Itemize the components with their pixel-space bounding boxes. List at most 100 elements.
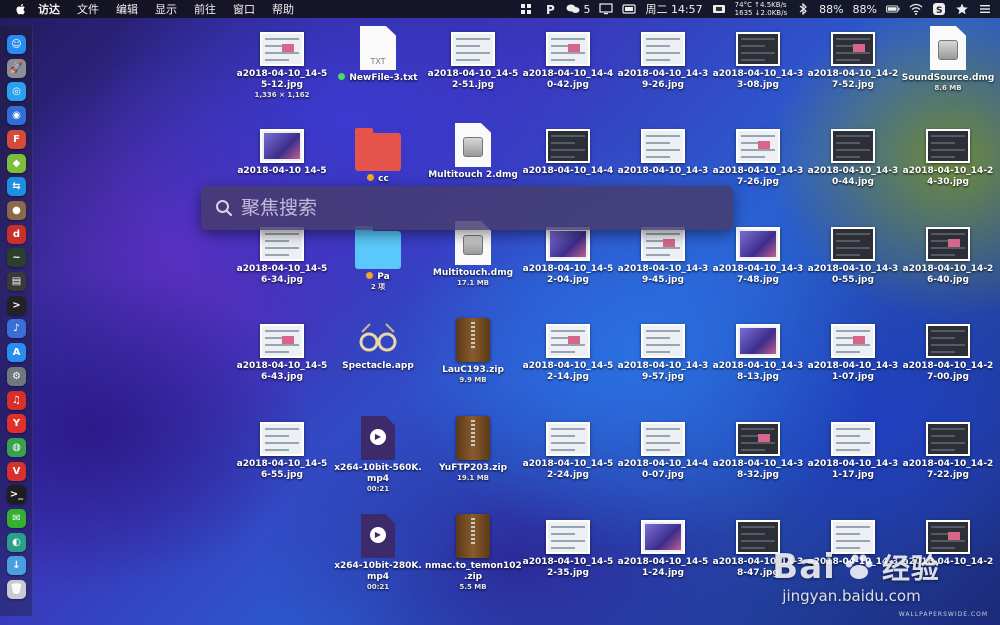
spotlight-search-input[interactable]: [241, 193, 711, 223]
desktop-item[interactable]: a2018-04-10_14-3 8-32.jpg: [710, 416, 806, 481]
dock-android-icon[interactable]: ◆: [7, 153, 26, 173]
desktop-item[interactable]: a2018-04-10_14-3 7-26.jpg: [710, 123, 806, 188]
wechat-badge: 5: [583, 2, 591, 16]
dock-app-red2-icon[interactable]: d: [7, 224, 26, 244]
dock-finder-icon[interactable]: ☺: [7, 35, 26, 54]
desktop-item[interactable]: a2018-04-10_14-5 5-12.jpg 1,336 × 1,162: [234, 26, 330, 100]
battery-percent-1[interactable]: 88%: [819, 3, 843, 16]
dock-vivaldi-icon[interactable]: V: [7, 461, 26, 481]
menu-file[interactable]: 文件: [77, 1, 99, 17]
desktop-item[interactable]: a2018-04-10_14-3 9-26.jpg: [615, 26, 711, 91]
desktop-item[interactable]: a2018-04-10_14-5 1-24.jpg: [615, 514, 711, 579]
dock-console-icon[interactable]: ▤: [7, 272, 26, 291]
desktop-item[interactable]: a2018-04-10_14-5 2-14.jpg: [520, 318, 616, 383]
dock-preferences-icon[interactable]: ⚙: [7, 366, 26, 386]
desktop-item[interactable]: a2018-04-10_14-3 7-48.jpg: [710, 221, 806, 286]
spectacle-app-icon: [358, 318, 398, 358]
dock-preview-icon[interactable]: ◉: [7, 106, 26, 126]
desktop-item[interactable]: Multitouch.dmg 17.1 MB: [425, 221, 521, 288]
clock[interactable]: 周二 14:57: [645, 1, 702, 17]
dock-app-red-icon[interactable]: F: [7, 129, 26, 149]
desktop-item[interactable]: a2018-04-10_14-5 2-04.jpg: [520, 221, 616, 286]
desktop-item[interactable]: a2018-04-10_14-3 9-57.jpg: [615, 318, 711, 383]
dock-app-round-icon[interactable]: ●: [7, 200, 26, 220]
dock-app-store-icon[interactable]: A: [7, 343, 26, 363]
apple-logo-icon[interactable]: [14, 2, 28, 16]
dock-yandex-icon[interactable]: Y: [7, 414, 26, 434]
desktop-item[interactable]: a2018-04-10_14-3 9-45.jpg: [615, 221, 711, 286]
menu-app-name[interactable]: 访达: [38, 1, 60, 17]
desktop-item[interactable]: Spectacle.app: [330, 318, 426, 372]
desktop-item[interactable]: a2018-04-10_14-3 0-44.jpg: [805, 123, 901, 188]
desktop-item[interactable]: a2018-04-10_14-5 6-43.jpg: [234, 318, 330, 383]
desktop-item[interactable]: a2018-04-10 14-5: [234, 123, 330, 177]
desktop-item[interactable]: a2018-04-10_14-5 2-35.jpg: [520, 514, 616, 579]
desktop-item[interactable]: x264-10bit-560K.mp400:21: [330, 416, 426, 494]
menu-help[interactable]: 帮助: [272, 1, 294, 17]
item-name-line2: 1-17.jpg: [832, 470, 874, 480]
desktop-item[interactable]: SoundSource.dmg 8.6 MB: [900, 26, 996, 93]
desktop-item[interactable]: a2018-04-10_14-4 0-07.jpg: [615, 416, 711, 481]
wechat-status[interactable]: 5: [566, 3, 590, 16]
star-icon[interactable]: [955, 3, 969, 15]
s-app-icon[interactable]: S: [932, 3, 946, 15]
dock-wechat-icon[interactable]: ✉: [7, 509, 26, 528]
dock-app-teal-icon[interactable]: ◐: [7, 532, 26, 552]
battery-percent-2[interactable]: 88%: [853, 3, 877, 16]
cpu-temp-icon[interactable]: [712, 3, 726, 15]
desktop-item[interactable]: a2018-04-10_14-4: [520, 123, 616, 177]
desktop-item[interactable]: a2018-04-10_14-2 7-22.jpg: [900, 416, 996, 481]
desktop-item[interactable]: a2018-04-10_14-2 7-52.jpg: [805, 26, 901, 91]
display-icon[interactable]: [599, 3, 614, 15]
desktop-item[interactable]: a2018-04-10_14-5 6-55.jpg: [234, 416, 330, 481]
desktop-item[interactable]: nmac.to_temon102 .zip 5.5 MB: [425, 514, 522, 592]
dock-trash-icon[interactable]: 🗑: [7, 580, 26, 600]
dock-terminal-icon[interactable]: >: [7, 295, 26, 315]
desktop-item[interactable]: TXT NewFile-3.txt: [330, 26, 426, 84]
image-thumbnail: [641, 422, 685, 456]
parking-icon[interactable]: P: [543, 3, 557, 15]
desktop-item[interactable]: a2018-04-10_14-3 3-08.jpg: [710, 26, 806, 91]
desktop-item[interactable]: a2018-04-10_14-3 8-13.jpg: [710, 318, 806, 383]
desktop-item[interactable]: YuFTP203.zip 19.1 MB: [425, 416, 521, 483]
desktop-item[interactable]: a2018-04-10_14-2 4-30.jpg: [900, 123, 996, 188]
dock-downloads-icon[interactable]: ↓: [7, 556, 26, 576]
desktop-item[interactable]: a2018-04-10_14-3 0-55.jpg: [805, 221, 901, 286]
dock-activity-icon[interactable]: ~: [7, 248, 26, 268]
item-name-line2: 9-57.jpg: [642, 372, 684, 382]
notification-center-icon[interactable]: [978, 3, 992, 15]
dock-netease-music-icon[interactable]: ♫: [7, 390, 26, 410]
bluetooth-icon[interactable]: [796, 3, 810, 15]
menu-view[interactable]: 显示: [155, 1, 177, 17]
screen-icon[interactable]: [622, 3, 637, 15]
dock-teamviewer-icon[interactable]: ⇆: [7, 177, 26, 197]
zip-archive-icon: [456, 416, 490, 460]
desktop-item[interactable]: LauC193.zip 9.9 MB: [425, 318, 521, 385]
desktop-item[interactable]: Pa 2 项: [330, 221, 426, 292]
desktop-item-label: a2018-04-10_14-5: [234, 264, 330, 275]
desktop-item[interactable]: a2018-04-10_14-2 7-00.jpg: [900, 318, 996, 383]
desktop-item[interactable]: a2018-04-10_14-4 0-42.jpg: [520, 26, 616, 91]
desktop-item[interactable]: a2018-04-10_14-2 6-40.jpg: [900, 221, 996, 286]
menu-window[interactable]: 窗口: [233, 1, 255, 17]
dock-siri-icon[interactable]: ♪: [7, 319, 26, 339]
desktop-item[interactable]: x264-10bit-280K.mp400:21: [330, 514, 426, 592]
desktop-item[interactable]: a2018-04-10_14-5 6-34.jpg: [234, 221, 330, 286]
desktop-item[interactable]: Multitouch 2.dmg: [425, 123, 521, 181]
network-stats[interactable]: 74°C ↑4.5KB/s 1635 ↓2.0KB/s: [735, 1, 787, 17]
grid-icon[interactable]: [520, 3, 534, 15]
battery-icon[interactable]: [886, 3, 900, 15]
desktop-item[interactable]: a2018-04-10_14-3 1-07.jpg: [805, 318, 901, 383]
wifi-icon[interactable]: [909, 3, 923, 15]
menu-go[interactable]: 前往: [194, 1, 216, 17]
desktop-item[interactable]: a2018-04-10_14-3: [615, 123, 711, 177]
dock-launchpad-icon[interactable]: 🚀: [7, 58, 26, 78]
menu-edit[interactable]: 编辑: [116, 1, 138, 17]
dock-terminal2-icon[interactable]: >_: [7, 485, 26, 505]
desktop-item[interactable]: a2018-04-10_14-5 2-24.jpg: [520, 416, 616, 481]
desktop-item[interactable]: cc: [330, 123, 426, 185]
dock-safari-icon[interactable]: ◎: [7, 82, 26, 102]
desktop-item[interactable]: a2018-04-10_14-3 1-17.jpg: [805, 416, 901, 481]
desktop-item[interactable]: a2018-04-10_14-5 2-51.jpg: [425, 26, 521, 91]
dock-chrome-icon[interactable]: ◍: [7, 437, 26, 457]
